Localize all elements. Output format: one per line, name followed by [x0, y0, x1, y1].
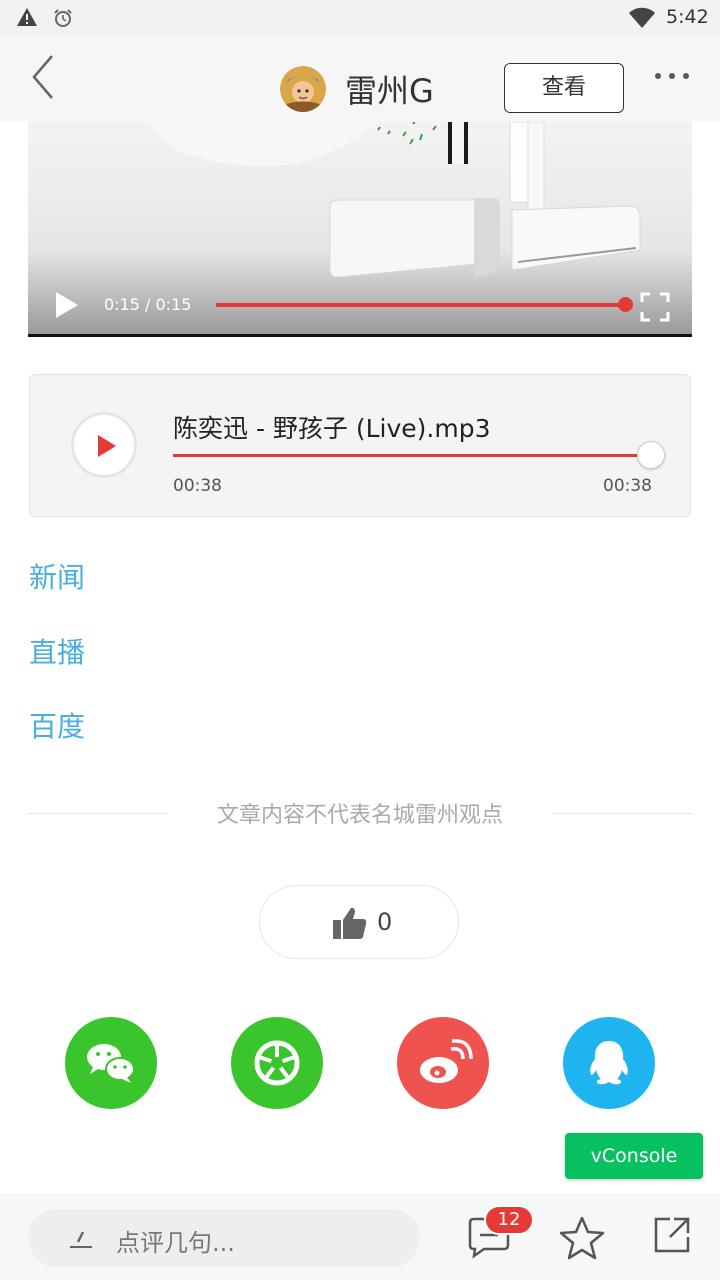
audio-title: 陈奕迅 - 野孩子 (Live).mp3	[173, 414, 491, 443]
wechat-icon	[87, 1044, 135, 1083]
divider-right	[552, 813, 692, 814]
weibo-icon	[420, 1039, 473, 1083]
bottom-bar: 点评几句... 12	[0, 1194, 720, 1280]
video-player[interactable]: 0:15 / 0:15	[28, 122, 692, 337]
vconsole-button[interactable]: vConsole	[565, 1133, 703, 1179]
audio-player: 陈奕迅 - 野孩子 (Live).mp3 00:38 00:38	[29, 374, 691, 517]
video-progress-track[interactable]	[216, 303, 626, 307]
status-bar: 5:42	[0, 0, 720, 36]
share-qq[interactable]	[563, 1017, 655, 1109]
audio-current-time: 00:38	[173, 476, 222, 496]
thumbs-up-icon	[333, 907, 367, 939]
link-live[interactable]: 直播	[29, 631, 85, 671]
clock: 5:42	[666, 6, 709, 28]
comment-placeholder: 点评几句...	[116, 1229, 235, 1257]
wifi-icon	[629, 7, 655, 28]
share-weibo[interactable]	[397, 1017, 489, 1109]
comment-input[interactable]: 点评几句...	[28, 1209, 420, 1267]
audio-progress-track[interactable]	[173, 454, 643, 457]
video-progress-thumb[interactable]	[618, 297, 633, 312]
audio-progress-thumb[interactable]	[637, 441, 665, 469]
star-icon[interactable]	[558, 1215, 606, 1261]
view-button[interactable]: 查看	[504, 63, 624, 113]
divider-left	[28, 813, 168, 814]
qq-icon	[590, 1041, 628, 1085]
video-time: 0:15 / 0:15	[104, 295, 192, 314]
link-baidu[interactable]: 百度	[29, 705, 85, 745]
fullscreen-icon[interactable]	[640, 292, 670, 322]
avatar[interactable]	[280, 66, 326, 112]
disclaimer-text: 文章内容不代表名城雷州观点	[216, 803, 503, 828]
play-icon	[98, 435, 116, 457]
link-news[interactable]: 新闻	[29, 556, 85, 596]
play-icon[interactable]	[54, 290, 80, 320]
like-button[interactable]: 0	[259, 885, 459, 959]
page-title: 雷州G	[345, 72, 434, 110]
more-icon[interactable]	[652, 68, 692, 88]
comment-count-badge: 12	[484, 1205, 534, 1235]
back-arrow-icon[interactable]	[26, 52, 62, 102]
audio-total-time: 00:38	[603, 476, 652, 496]
moments-icon	[254, 1040, 300, 1086]
warning-icon	[17, 8, 37, 26]
share-icon[interactable]	[652, 1215, 692, 1255]
share-wechat[interactable]	[65, 1017, 157, 1109]
header: 雷州G 查看	[0, 36, 720, 122]
like-count: 0	[377, 908, 393, 936]
alarm-icon	[54, 9, 72, 27]
audio-play-button[interactable]	[71, 412, 137, 478]
share-moments[interactable]	[231, 1017, 323, 1109]
pen-icon	[70, 1231, 92, 1248]
